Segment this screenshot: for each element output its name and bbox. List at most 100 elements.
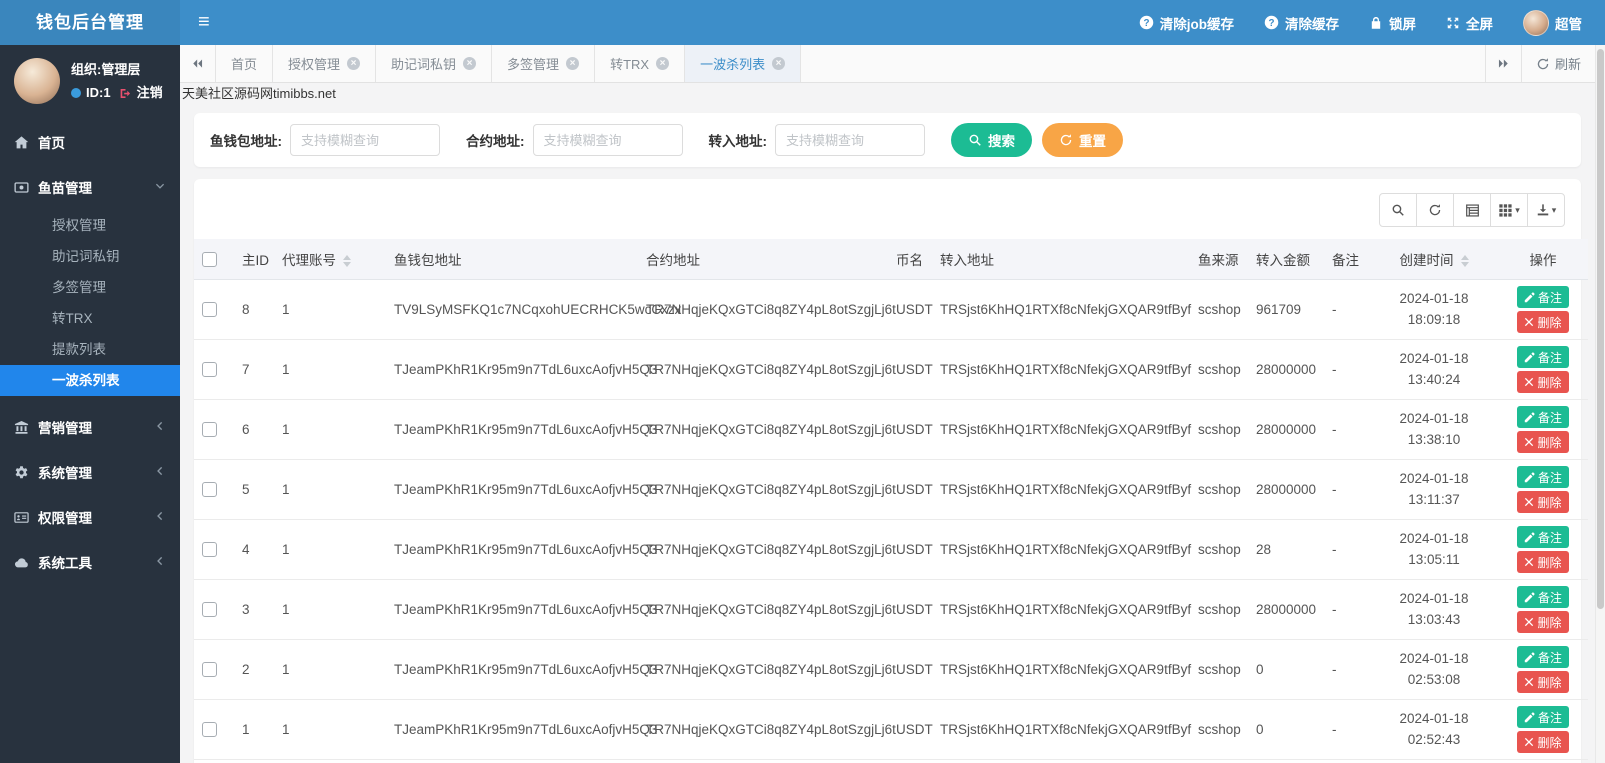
tabs-scroll-left-icon[interactable] <box>180 45 216 82</box>
x-icon <box>1524 317 1534 327</box>
delete-button[interactable]: 删除 <box>1517 611 1568 633</box>
transfer-in-address-input[interactable] <box>775 124 925 156</box>
sort-icon[interactable] <box>1461 255 1469 267</box>
note-button[interactable]: 备注 <box>1517 346 1569 368</box>
sidebar-item-label: 鱼苗管理 <box>38 177 92 197</box>
cell-contract: TR7NHqjeKQxGTCi8q8ZY4pL8otSzgjLj6t <box>638 520 888 580</box>
note-button[interactable]: 备注 <box>1517 406 1569 428</box>
note-button[interactable]: 备注 <box>1517 706 1569 728</box>
tab-close-icon[interactable]: × <box>347 57 360 70</box>
columns-button[interactable]: ▾ <box>1490 193 1528 227</box>
refresh-label: 刷新 <box>1555 54 1581 73</box>
refresh-table-button[interactable] <box>1416 193 1454 227</box>
delete-button[interactable]: 删除 <box>1517 671 1568 693</box>
avatar[interactable] <box>14 58 60 104</box>
row-checkbox[interactable] <box>202 362 217 377</box>
delete-button[interactable]: 删除 <box>1517 431 1568 453</box>
fish-wallet-address-input[interactable] <box>290 124 440 156</box>
navbar-action-clear-job-cache[interactable]: ?清除job缓存 <box>1124 0 1249 45</box>
cell-to_address: TRSjst6KhHQ1RTXf8cNfekjGXQAR9tfByf <box>932 700 1190 760</box>
tab-item[interactable]: 多签管理× <box>492 45 595 82</box>
row-select-cell <box>194 340 234 400</box>
delete-button[interactable]: 删除 <box>1517 311 1568 333</box>
edit-icon <box>1524 412 1535 423</box>
tab-close-icon[interactable]: × <box>463 57 476 70</box>
note-button-label: 备注 <box>1538 589 1562 606</box>
sidebar-subitem[interactable]: 一波杀列表 <box>0 365 180 396</box>
select-all-checkbox[interactable] <box>202 252 217 267</box>
sidebar-subitem[interactable]: 授权管理 <box>0 210 180 241</box>
row-checkbox[interactable] <box>202 662 217 677</box>
navbar-action-admin-user[interactable]: 超管 <box>1508 0 1597 45</box>
row-checkbox[interactable] <box>202 602 217 617</box>
tab-item[interactable]: 一波杀列表× <box>685 45 801 82</box>
search-button[interactable]: 搜索 <box>951 123 1032 157</box>
tab-close-icon[interactable]: × <box>566 57 579 70</box>
cell-wallet: TJeamPKhR1Kr95m9n7TdL6uxcAofjvH5Q3 <box>386 640 638 700</box>
sidebar-subitem[interactable]: 多签管理 <box>0 272 180 303</box>
sidebar-subitem[interactable]: 助记词私钥 <box>0 241 180 272</box>
scrollbar-thumb[interactable] <box>1597 49 1604 609</box>
filter-group: 转入地址: <box>709 124 926 156</box>
row-checkbox[interactable] <box>202 482 217 497</box>
sidebar-toggle-icon[interactable]: ≡ <box>180 0 228 45</box>
sidebar-item-system[interactable]: 系统管理 <box>0 450 180 495</box>
table-body: 81TV9LSyMSFKQ1c7NCqxohUECRHCK5wcCxzxTR7N… <box>194 280 1588 760</box>
reset-button[interactable]: 重置 <box>1042 123 1123 157</box>
navbar-action-lock-screen[interactable]: 锁屏 <box>1354 0 1431 45</box>
question-circle-icon: ? <box>1264 15 1279 30</box>
refresh-page-button[interactable]: 刷新 <box>1521 45 1595 82</box>
column-header-agent[interactable]: 代理账号 <box>274 239 386 280</box>
contract-address-input[interactable] <box>533 124 683 156</box>
created-date: 2024-01-18 <box>1378 469 1490 490</box>
tab-item[interactable]: 首页 <box>216 45 273 82</box>
tabs-scroll-right-icon[interactable] <box>1485 45 1521 82</box>
cell-time: 2024-01-1802:53:08 <box>1370 640 1498 700</box>
refresh-icon <box>1536 57 1550 71</box>
column-header-time[interactable]: 创建时间 <box>1370 239 1498 280</box>
sidebar-item-home[interactable]: 首页 <box>0 120 180 165</box>
row-select-cell <box>194 460 234 520</box>
toggle-view-button[interactable] <box>1453 193 1491 227</box>
tab-item[interactable]: 授权管理× <box>273 45 376 82</box>
sidebar-subitem[interactable]: 提款列表 <box>0 334 180 365</box>
delete-button[interactable]: 删除 <box>1517 551 1568 573</box>
note-button[interactable]: 备注 <box>1517 526 1569 548</box>
tab-close-icon[interactable]: × <box>656 57 669 70</box>
row-checkbox[interactable] <box>202 542 217 557</box>
export-button[interactable]: ▾ <box>1527 193 1565 227</box>
search-toggle-button[interactable] <box>1379 193 1417 227</box>
sidebar-item-permissions[interactable]: 权限管理 <box>0 495 180 540</box>
note-button[interactable]: 备注 <box>1517 586 1569 608</box>
delete-button[interactable]: 删除 <box>1517 731 1568 753</box>
sidebar-item-tools[interactable]: 系统工具 <box>0 540 180 585</box>
navbar-action-clear-cache[interactable]: ?清除缓存 <box>1249 0 1354 45</box>
sort-icon[interactable] <box>343 255 351 267</box>
cell-agent: 1 <box>274 460 386 520</box>
main-area: 首页授权管理×助记词私钥×多签管理×转TRX×一波杀列表× 刷新 天美社区源码网… <box>180 45 1595 763</box>
cell-contract: TR7NHqjeKQxGTCi8q8ZY4pL8otSzgjLj6t <box>638 700 888 760</box>
row-checkbox[interactable] <box>202 302 217 317</box>
tab-close-icon[interactable]: × <box>772 57 785 70</box>
column-header-wallet: 鱼钱包地址 <box>386 239 638 280</box>
tab-item[interactable]: 转TRX× <box>595 45 685 82</box>
sidebar-item-fish-management[interactable]: 鱼苗管理 <box>0 165 180 210</box>
logout-icon[interactable] <box>119 87 132 100</box>
delete-button[interactable]: 删除 <box>1517 491 1568 513</box>
chevron-left-icon <box>154 510 166 525</box>
column-header-contract: 合约地址 <box>638 239 888 280</box>
row-checkbox[interactable] <box>202 422 217 437</box>
sidebar-subitem[interactable]: 转TRX <box>0 303 180 334</box>
sidebar-item-marketing[interactable]: 营销管理 <box>0 405 180 450</box>
logout-link[interactable]: 注销 <box>137 81 163 104</box>
delete-button[interactable]: 删除 <box>1517 371 1568 393</box>
row-checkbox[interactable] <box>202 722 217 737</box>
cell-amount: 961709 <box>1248 280 1324 340</box>
column-header-remark: 备注 <box>1324 239 1370 280</box>
navbar-action-fullscreen[interactable]: 全屏 <box>1431 0 1508 45</box>
tab-item[interactable]: 助记词私钥× <box>376 45 492 82</box>
note-button[interactable]: 备注 <box>1517 466 1569 488</box>
note-button[interactable]: 备注 <box>1517 646 1569 668</box>
note-button[interactable]: 备注 <box>1517 286 1569 308</box>
cell-agent: 1 <box>274 580 386 640</box>
